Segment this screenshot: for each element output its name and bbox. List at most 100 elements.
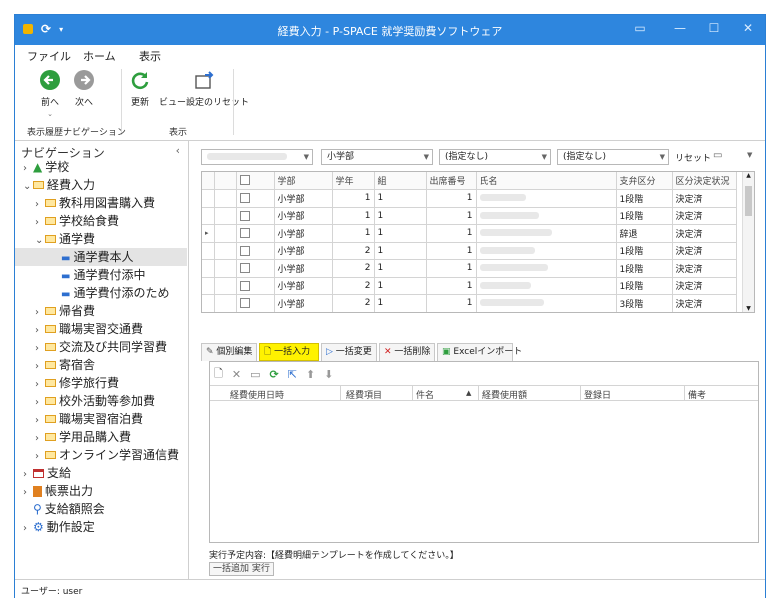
grid-header-cell[interactable]: 支弁区分 xyxy=(616,172,673,190)
table-cell[interactable]: 1 xyxy=(426,277,477,295)
nav-item[interactable]: ▬ 通学費付添のため xyxy=(15,284,187,302)
table-cell[interactable]: 2 xyxy=(332,277,375,295)
chevron-down-icon[interactable]: ▼ xyxy=(747,151,752,159)
table-cell[interactable]: 1 xyxy=(374,259,427,278)
table-cell[interactable]: 2 xyxy=(332,259,375,278)
table-cell[interactable]: 決定済 xyxy=(672,224,737,243)
table-cell[interactable]: 1 xyxy=(374,224,427,243)
table-cell[interactable]: 小学部 xyxy=(274,224,333,243)
forward-button[interactable]: 次へ xyxy=(73,69,95,108)
new-document-icon[interactable]: 🗋 xyxy=(214,365,223,384)
table-cell[interactable]: 辞退 xyxy=(616,224,673,243)
name-cell[interactable] xyxy=(476,294,617,312)
table-row[interactable]: 小学部 1 1 1 1段階 決定済 xyxy=(202,207,737,225)
grid-scrollbar[interactable]: ▲ ▼ xyxy=(742,172,754,312)
table-cell[interactable]: 1 xyxy=(374,207,427,225)
table-cell[interactable]: 2 xyxy=(332,294,375,312)
row-checkbox[interactable] xyxy=(239,193,250,203)
nav-item[interactable]: › 教科用図書購入費 xyxy=(15,194,187,212)
detail-header-cell[interactable]: 備考 xyxy=(688,388,706,401)
nav-item[interactable]: › 寄宿舎 xyxy=(15,356,187,374)
row-checkbox[interactable] xyxy=(239,228,250,238)
nav-item[interactable]: › ▲ 学校 xyxy=(15,158,187,176)
detail-header-cell[interactable]: 件名 xyxy=(416,388,434,401)
back-dropdown-icon[interactable]: ⌄ xyxy=(39,110,61,118)
scroll-up-icon[interactable]: ▲ xyxy=(743,172,754,179)
table-cell[interactable]: 1 xyxy=(426,189,477,208)
nav-item[interactable]: › 帳票出力 xyxy=(15,482,187,500)
layout-icon[interactable]: ▭ xyxy=(713,150,722,161)
row-checkbox[interactable] xyxy=(239,245,250,256)
table-cell[interactable]: 1 xyxy=(332,224,375,243)
table-row[interactable]: 小学部 2 1 1 1段階 決定済 xyxy=(202,242,737,260)
move-up-icon[interactable]: ⬆ xyxy=(306,368,315,381)
row-checkbox[interactable] xyxy=(239,210,250,221)
row-checkbox-cell[interactable] xyxy=(236,224,275,243)
row-checkbox-cell[interactable] xyxy=(236,242,275,260)
grid-header-cell[interactable]: 学部 xyxy=(274,172,333,190)
collapse-icon[interactable]: ‹ xyxy=(176,144,180,157)
grid-header-cell[interactable]: 学年 xyxy=(332,172,375,190)
table-cell[interactable]: 1 xyxy=(426,207,477,225)
tab-excel-import[interactable]: ▣ Excelインポート xyxy=(437,343,522,361)
table-cell[interactable]: 小学部 xyxy=(274,242,333,260)
minimize-button[interactable]: — xyxy=(671,21,689,39)
table-cell[interactable]: 小学部 xyxy=(274,207,333,225)
sort-asc-icon[interactable]: ▲ xyxy=(466,389,471,397)
nav-item[interactable]: › ⚙ 動作設定 xyxy=(15,518,187,536)
expand-arrow-icon[interactable]: › xyxy=(23,520,33,538)
table-cell[interactable]: 決定済 xyxy=(672,189,737,208)
table-cell[interactable]: 1 xyxy=(332,207,375,225)
restore-icon[interactable]: ▭ xyxy=(631,21,649,39)
bulk-add-execute-button[interactable]: 一括追加 実行 xyxy=(209,562,274,576)
refresh-button[interactable]: 更新 xyxy=(129,69,151,108)
grid-header-cell[interactable]: 組 xyxy=(374,172,427,190)
nav-item[interactable]: › 校外活動等参加費 xyxy=(15,392,187,410)
nav-item[interactable]: ⌄ 経費入力 xyxy=(15,176,187,194)
row-checkbox[interactable] xyxy=(239,298,250,308)
scroll-down-icon[interactable]: ▼ xyxy=(743,305,754,312)
nav-item[interactable]: ▬ 通学費付添中 xyxy=(15,266,187,284)
table-row[interactable]: 小学部 2 1 1 3段階 決定済 xyxy=(202,294,737,312)
row-checkbox-cell[interactable] xyxy=(236,294,275,312)
grid-header-cell[interactable] xyxy=(236,172,275,190)
nav-item[interactable]: › 学用品購入費 xyxy=(15,428,187,446)
grid-header-cell[interactable]: 氏名 xyxy=(476,172,617,190)
table-cell[interactable]: 1 xyxy=(426,224,477,243)
table-cell[interactable]: 1 xyxy=(426,242,477,260)
name-cell[interactable] xyxy=(476,242,617,260)
table-cell[interactable]: 1 xyxy=(374,294,427,312)
nav-item[interactable]: › オンライン学習通信費 xyxy=(15,446,187,464)
table-cell[interactable]: 1 xyxy=(374,277,427,295)
move-down-icon[interactable]: ⬇ xyxy=(324,368,333,381)
menu-view[interactable]: 表示 xyxy=(139,48,161,64)
table-cell[interactable]: 2 xyxy=(332,242,375,260)
name-cell[interactable] xyxy=(476,207,617,225)
school-filter[interactable]: ▼ xyxy=(201,149,313,165)
delete-icon[interactable]: ✕ xyxy=(232,368,241,381)
maximize-button[interactable]: ☐ xyxy=(705,21,723,39)
filter-3[interactable]: (指定なし) ▼ xyxy=(557,149,669,165)
row-checkbox[interactable] xyxy=(239,280,250,291)
table-cell[interactable]: 1段階 xyxy=(616,189,673,208)
table-cell[interactable]: 小学部 xyxy=(274,277,333,295)
table-cell[interactable]: 決定済 xyxy=(672,277,737,295)
table-cell[interactable]: 1段階 xyxy=(616,242,673,260)
table-cell[interactable]: 決定済 xyxy=(672,294,737,312)
table-row[interactable]: 小学部 2 1 1 1段階 決定済 xyxy=(202,277,737,295)
name-cell[interactable] xyxy=(476,189,617,208)
table-cell[interactable]: 3段階 xyxy=(616,294,673,312)
export-icon[interactable]: ⇱ xyxy=(288,368,297,381)
table-cell[interactable]: 1段階 xyxy=(616,207,673,225)
filter-2[interactable]: (指定なし) ▼ xyxy=(439,149,551,165)
nav-item[interactable]: › 帰省費 xyxy=(15,302,187,320)
table-cell[interactable]: 決定済 xyxy=(672,207,737,225)
table-cell[interactable]: 決定済 xyxy=(672,242,737,260)
table-cell[interactable]: 決定済 xyxy=(672,259,737,278)
nav-item[interactable]: › 職場実習交通費 xyxy=(15,320,187,338)
table-cell[interactable]: 小学部 xyxy=(274,294,333,312)
table-cell[interactable]: 1 xyxy=(426,294,477,312)
name-cell[interactable] xyxy=(476,224,617,243)
reset-button[interactable]: リセット xyxy=(675,151,711,164)
detail-header-cell[interactable]: 経費使用額 xyxy=(482,388,527,401)
